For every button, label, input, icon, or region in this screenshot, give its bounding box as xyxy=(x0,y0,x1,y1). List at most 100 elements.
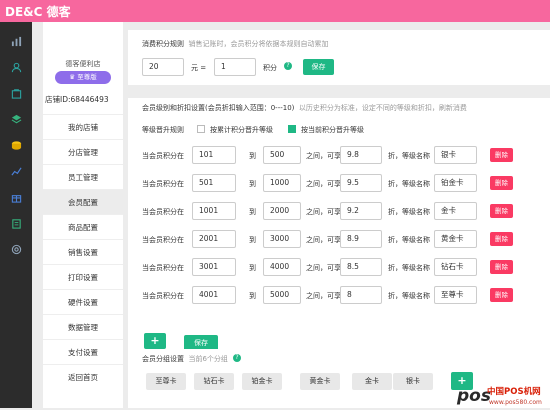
level-name-input[interactable]: 金卡 xyxy=(434,202,477,220)
gift-icon[interactable] xyxy=(11,192,22,203)
delete-button[interactable]: 删除 xyxy=(490,148,513,162)
sidebar-item-hardware-settings[interactable]: 硬件设置 xyxy=(43,289,123,314)
points-to-input[interactable]: 4000 xyxy=(263,258,301,276)
group-tag[interactable]: 银卡 xyxy=(393,373,433,390)
level-name-input[interactable]: 钻石卡 xyxy=(434,258,477,276)
points-to-input[interactable]: 5000 xyxy=(263,286,301,304)
discount-input[interactable]: 8 xyxy=(340,286,382,304)
store-name: 德客便利店 xyxy=(65,60,101,68)
to-label: 到 xyxy=(249,264,256,272)
sidebar-item-print-settings[interactable]: 打印设置 xyxy=(43,264,123,289)
level-discount-title: 会员级别和折扣设置(会员折扣输入范围：0---10) 以历史积分为标准，设定不同… xyxy=(142,103,467,113)
settings-icon[interactable] xyxy=(11,244,22,255)
points-to-input[interactable]: 3000 xyxy=(263,230,301,248)
group-tag[interactable]: 金卡 xyxy=(352,373,392,390)
discount-name-label: 折，等级名称 xyxy=(388,208,430,216)
app-logo[interactable]: DE&C 德客 xyxy=(5,3,71,20)
groups-title-text: 会员分组设置 xyxy=(142,355,184,363)
discount-input[interactable]: 9.8 xyxy=(340,146,382,164)
vip-badge-label: 至尊版 xyxy=(77,73,97,81)
discount-input[interactable]: 8.5 xyxy=(340,258,382,276)
sidebar-item-staff[interactable]: 员工管理 xyxy=(43,164,123,189)
sidebar-item-sales-settings[interactable]: 销售设置 xyxy=(43,239,123,264)
layers-icon[interactable] xyxy=(11,114,22,125)
to-label: 到 xyxy=(249,180,256,188)
sidebar-item-payment-settings[interactable]: 支付设置 xyxy=(43,339,123,364)
row-prefix-label: 当会员积分在 xyxy=(142,236,184,244)
delete-button[interactable]: 删除 xyxy=(490,288,513,302)
row-prefix-label: 当会员积分在 xyxy=(142,180,184,188)
amount-input[interactable]: 20 xyxy=(142,58,184,76)
level-name-input[interactable]: 铂金卡 xyxy=(434,174,477,192)
discount-name-label: 折，等级名称 xyxy=(388,152,430,160)
row-prefix-label: 当会员积分在 xyxy=(142,152,184,160)
sidebar-item-data-management[interactable]: 数据管理 xyxy=(43,314,123,339)
svg-text:中国POS机网: 中国POS机网 xyxy=(487,386,541,397)
points-rule-title: 消费积分规则 销售记账时，会员积分将依据本规则自动累加 xyxy=(142,39,328,49)
discount-input[interactable]: 9.5 xyxy=(340,174,382,192)
sidebar-item-product-config[interactable]: 商品配置 xyxy=(43,214,123,239)
dashboard-icon[interactable] xyxy=(11,36,22,47)
group-tag[interactable]: 铂金卡 xyxy=(242,373,282,390)
settings-menu: 我的店铺 分店管理 员工管理 会员配置 商品配置 销售设置 打印设置 硬件设置 … xyxy=(43,114,123,389)
discount-name-label: 折，等级名称 xyxy=(388,264,430,272)
group-tag[interactable]: 黄金卡 xyxy=(300,373,340,390)
current-points-checkbox[interactable] xyxy=(288,125,296,133)
bag-icon[interactable] xyxy=(11,88,22,99)
points-from-input[interactable]: 501 xyxy=(192,174,236,192)
points-to-input[interactable]: 500 xyxy=(263,146,301,164)
group-tag[interactable]: 钻石卡 xyxy=(194,373,234,390)
points-unit-label: 积分 xyxy=(263,64,277,72)
coin-icon[interactable] xyxy=(11,140,22,151)
clipboard-icon[interactable] xyxy=(11,218,22,229)
discount-input[interactable]: 8.9 xyxy=(340,230,382,248)
level-name-input[interactable]: 银卡 xyxy=(434,146,477,164)
watermark: pos 中国POS机网 www.pos580.com xyxy=(455,384,550,408)
svg-text:pos: pos xyxy=(456,386,491,406)
sidebar-item-branches[interactable]: 分店管理 xyxy=(43,139,123,164)
cumulative-points-checkbox[interactable] xyxy=(197,125,205,133)
add-level-button[interactable]: + xyxy=(144,333,166,349)
points-input[interactable]: 1 xyxy=(214,58,256,76)
points-from-input[interactable]: 4001 xyxy=(192,286,236,304)
level-name-input[interactable]: 至尊卡 xyxy=(434,286,477,304)
discount-name-label: 折，等级名称 xyxy=(388,236,430,244)
sidebar-item-member-config[interactable]: 会员配置 xyxy=(43,189,123,214)
points-from-input[interactable]: 2001 xyxy=(192,230,236,248)
store-id: 店铺ID:68446493 xyxy=(45,95,109,104)
chart-icon[interactable] xyxy=(11,166,22,177)
to-label: 到 xyxy=(249,236,256,244)
top-bar: DE&C 德客 xyxy=(0,0,550,22)
sidebar-item-my-store[interactable]: 我的店铺 xyxy=(43,114,123,139)
points-save-button[interactable]: 保存 xyxy=(303,59,334,75)
help-icon[interactable]: ? xyxy=(233,354,241,362)
points-rule-hint: 销售记账时，会员积分将依据本规则自动累加 xyxy=(188,40,329,48)
discount-input[interactable]: 9.2 xyxy=(340,202,382,220)
discount-name-label: 折，等级名称 xyxy=(388,180,430,188)
delete-button[interactable]: 删除 xyxy=(490,232,513,246)
group-tag[interactable]: 至尊卡 xyxy=(146,373,186,390)
level-name-input[interactable]: 黄金卡 xyxy=(434,230,477,248)
points-to-input[interactable]: 1000 xyxy=(263,174,301,192)
points-from-input[interactable]: 101 xyxy=(192,146,236,164)
discount-name-label: 折，等级名称 xyxy=(388,292,430,300)
groups-hint: 当前6个分组 xyxy=(188,355,228,363)
groups-title: 会员分组设置 当前6个分组 xyxy=(142,354,228,364)
points-from-input[interactable]: 1001 xyxy=(192,202,236,220)
sidebar-item-back-home[interactable]: 返回首页 xyxy=(43,364,123,389)
to-label: 到 xyxy=(249,292,256,300)
level-discount-title-text: 会员级别和折扣设置(会员折扣输入范围：0---10) xyxy=(142,104,295,112)
delete-button[interactable]: 删除 xyxy=(490,176,513,190)
points-from-input[interactable]: 3001 xyxy=(192,258,236,276)
icon-nav xyxy=(0,22,32,408)
delete-button[interactable]: 删除 xyxy=(490,260,513,274)
user-icon[interactable] xyxy=(11,62,22,73)
row-prefix-label: 当会员积分在 xyxy=(142,264,184,272)
svg-text:www.pos580.com: www.pos580.com xyxy=(489,399,542,406)
level-discount-panel: 会员级别和折扣设置(会员折扣输入范围：0---10) 以历史积分为标准，设定不同… xyxy=(128,98,550,360)
points-to-input[interactable]: 2000 xyxy=(263,202,301,220)
help-icon[interactable]: ? xyxy=(284,62,292,70)
delete-button[interactable]: 删除 xyxy=(490,204,513,218)
points-rule-title-text: 消费积分规则 xyxy=(142,40,184,48)
to-label: 到 xyxy=(249,208,256,216)
